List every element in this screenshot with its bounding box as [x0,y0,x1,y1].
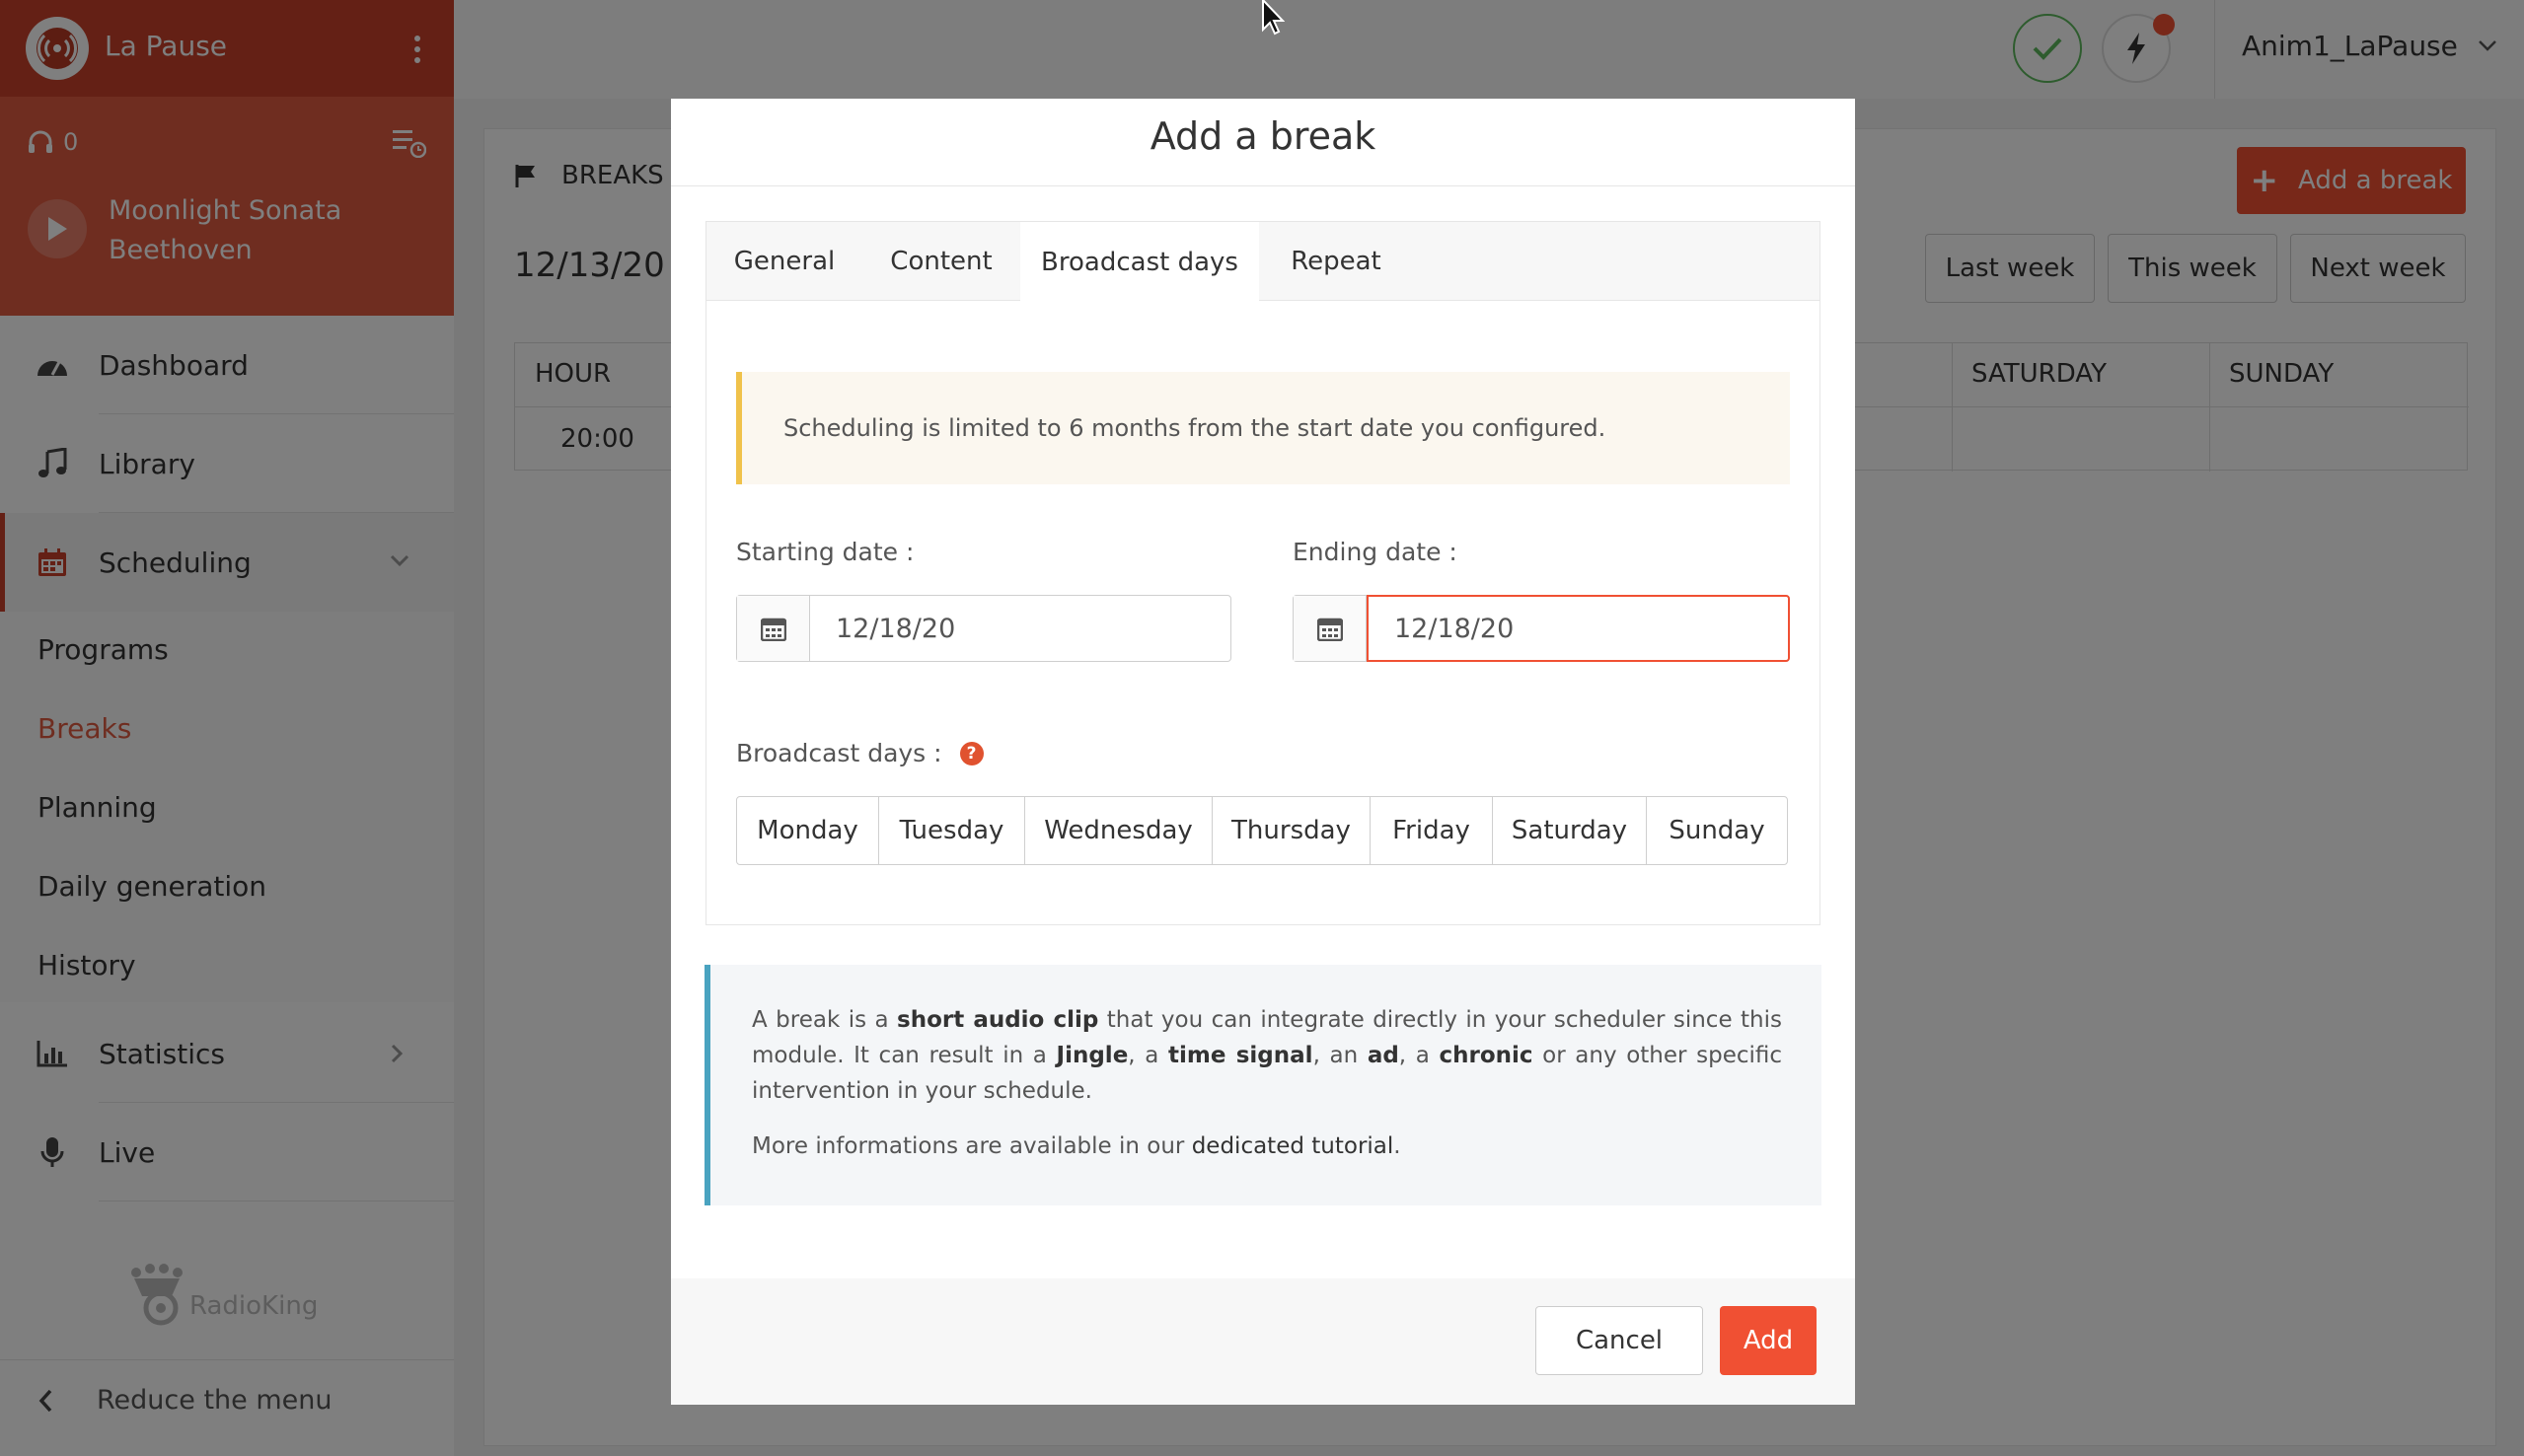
help-icon[interactable]: ? [959,741,984,765]
tab-label: General [733,247,836,276]
ending-date-label: Ending date : [1293,538,1457,566]
day-label: Thursday [1231,816,1351,845]
info-text: More informations are available in our [752,1133,1192,1159]
day-button-friday[interactable]: Friday [1371,797,1493,864]
info-strong: Jingle [1056,1043,1129,1068]
modal-footer: Cancel Add [671,1278,1855,1405]
tab-broadcast-days[interactable]: Broadcast days [1020,222,1259,302]
day-label: Tuesday [899,816,1004,845]
broadcast-days-label-row: Broadcast days : ? [736,739,984,767]
info-text: . [1393,1133,1401,1159]
day-button-tuesday[interactable]: Tuesday [879,797,1025,864]
day-label: Saturday [1511,816,1628,845]
info-strong: ad [1367,1043,1399,1068]
modal-title: Add a break [1150,114,1376,158]
broadcast-days-label: Broadcast days : [736,739,942,767]
day-label: Sunday [1669,816,1765,845]
break-info-callout: A break is a short audio clip that you c… [705,965,1821,1205]
day-label: Monday [757,816,858,845]
tab-label: Broadcast days [1041,247,1238,277]
day-button-saturday[interactable]: Saturday [1493,797,1647,864]
info-paragraph-more: More informations are available in our d… [752,1128,1782,1164]
ending-date-input[interactable] [1369,597,1788,660]
info-paragraph: A break is a short audio clip that you c… [752,1002,1782,1109]
ending-date-field [1293,595,1790,662]
info-text: , an [1312,1043,1368,1068]
info-text: A break is a [752,1007,897,1033]
info-strong: chronic [1439,1043,1533,1068]
day-button-wednesday[interactable]: Wednesday [1025,797,1213,864]
broadcast-days-group: Monday Tuesday Wednesday Thursday Friday… [736,796,1788,865]
tab-repeat[interactable]: Repeat [1259,222,1413,301]
dedicated-tutorial-link[interactable]: dedicated tutorial [1192,1133,1394,1159]
tab-general[interactable]: General [706,222,862,301]
add-button[interactable]: Add [1720,1306,1817,1375]
add-break-modal: Add a break General Content Broadcast da… [671,99,1855,1405]
info-text: , a [1128,1043,1168,1068]
cancel-label: Cancel [1575,1326,1664,1355]
scheduling-limit-warning: Scheduling is limited to 6 months from t… [736,372,1790,484]
tab-label: Repeat [1291,247,1381,276]
info-text: , a [1398,1043,1440,1068]
day-button-thursday[interactable]: Thursday [1213,797,1371,864]
cancel-button[interactable]: Cancel [1535,1306,1703,1375]
modal-tabs: General Content Broadcast days Repeat Sc… [705,221,1820,925]
day-button-sunday[interactable]: Sunday [1647,797,1787,864]
calendar-icon[interactable] [737,596,810,661]
warning-text: Scheduling is limited to 6 months from t… [783,414,1606,442]
day-label: Wednesday [1044,816,1193,845]
starting-date-label: Starting date : [736,538,915,566]
calendar-icon[interactable] [1294,596,1367,661]
add-label: Add [1743,1326,1794,1355]
starting-date-field [736,595,1231,662]
mouse-pointer-icon [1262,0,1285,36]
info-strong: short audio clip [897,1007,1099,1033]
day-label: Friday [1392,816,1470,845]
tab-label: Content [890,247,993,276]
tab-content[interactable]: Content [862,222,1020,301]
day-button-monday[interactable]: Monday [737,797,879,864]
info-strong: time signal [1167,1043,1313,1068]
starting-date-input[interactable] [810,596,1230,661]
